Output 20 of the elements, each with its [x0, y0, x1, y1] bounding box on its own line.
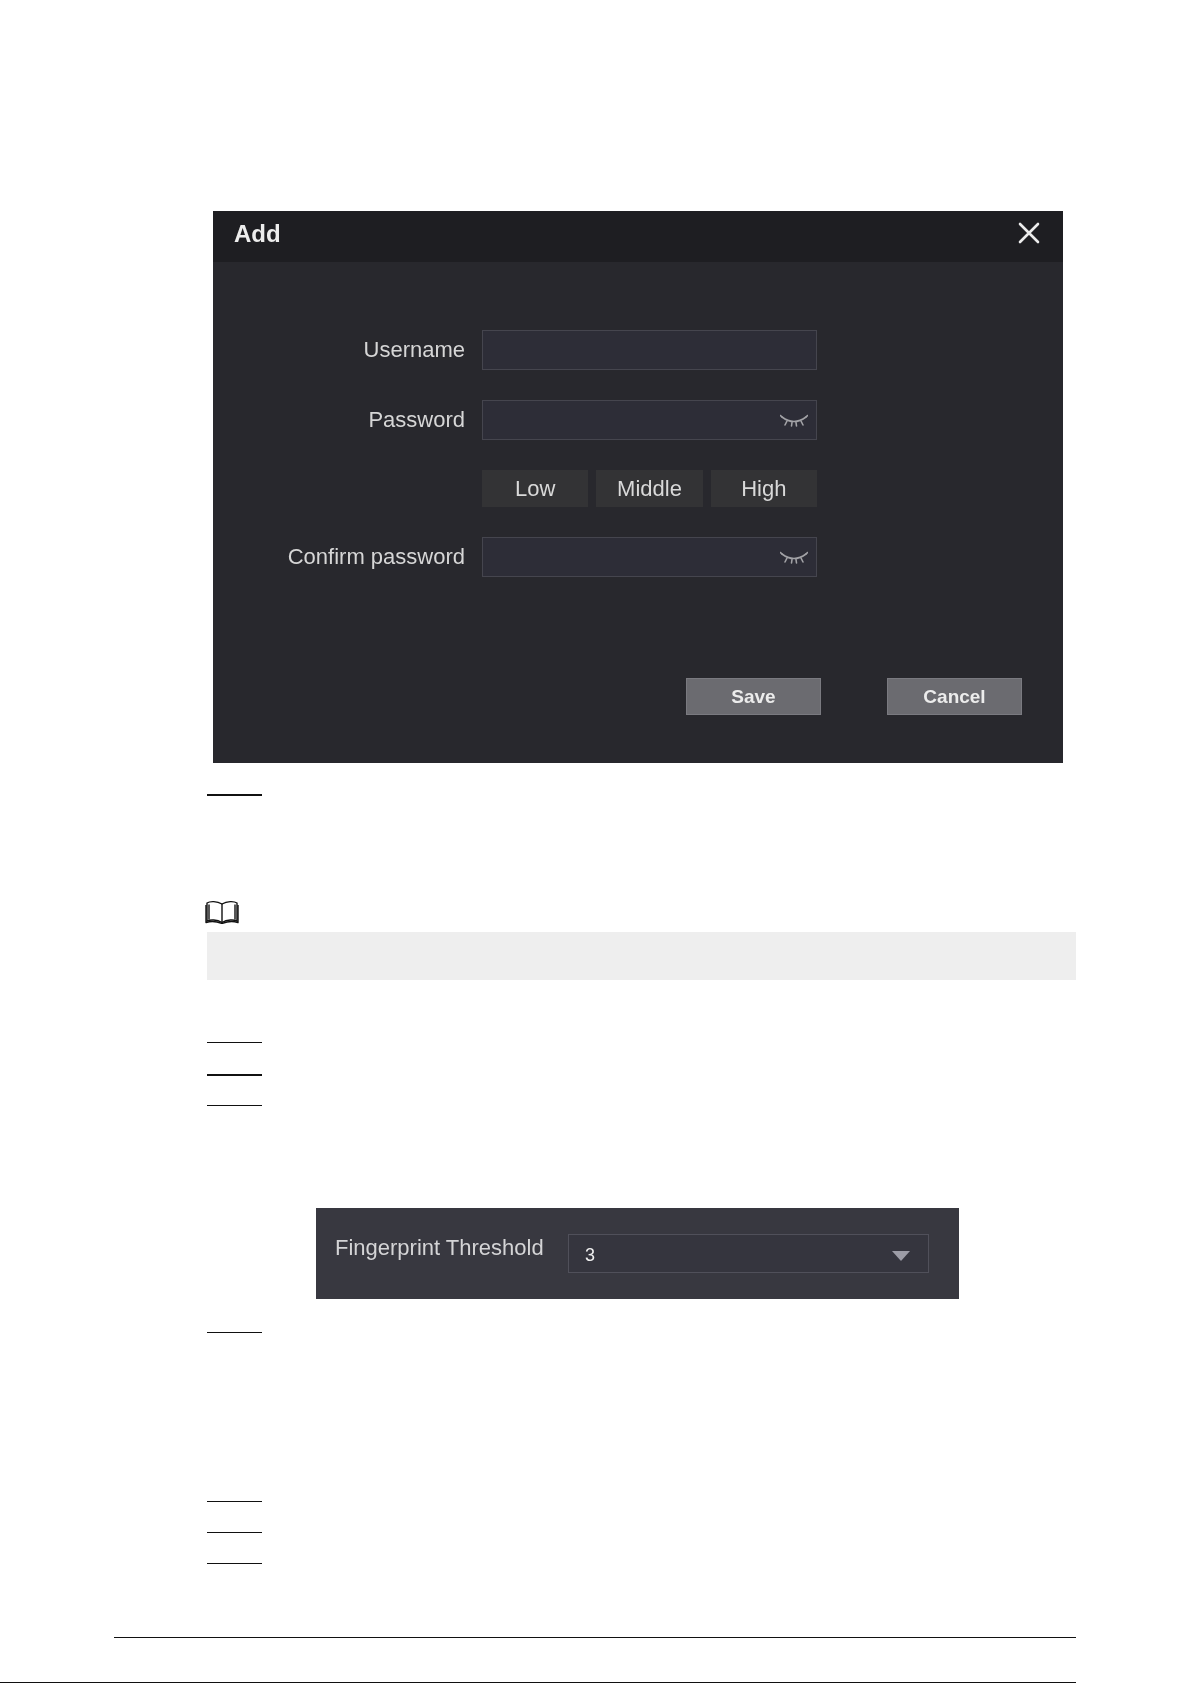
text-field[interactable]	[482, 330, 817, 370]
dropdown-arrow-icon	[892, 1250, 910, 1261]
password-field[interactable]	[482, 400, 817, 440]
setting-label: Fingerprint Threshold	[335, 1234, 545, 1261]
closed-eye-icon	[780, 413, 808, 427]
strength-indicator: Middle	[596, 470, 703, 507]
dialog-title: Add	[234, 219, 281, 248]
field-label: Confirm password	[287, 544, 465, 570]
dropdown-field[interactable]: 3	[568, 1234, 929, 1273]
strength-indicator: High	[710, 470, 817, 507]
password-field[interactable]	[482, 537, 817, 577]
dialog-button[interactable]: Save	[686, 678, 821, 715]
dialog-button[interactable]: Cancel	[887, 678, 1022, 715]
close-button[interactable]	[1018, 221, 1040, 244]
field-label: Password	[368, 407, 465, 433]
book-icon	[205, 900, 239, 924]
closed-eye-icon	[780, 550, 808, 564]
close-icon	[1018, 221, 1040, 244]
strength-indicator: Low	[482, 470, 589, 507]
field-label: Username	[363, 337, 465, 363]
